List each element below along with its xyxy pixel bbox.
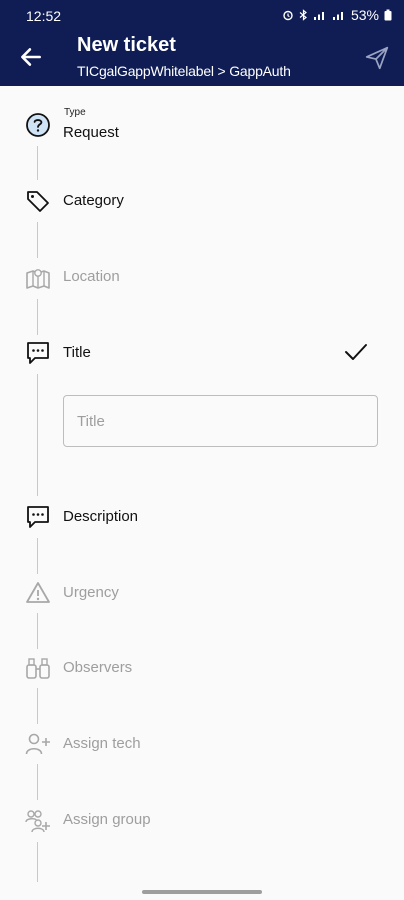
timeline-line	[37, 374, 38, 496]
alarm-icon	[283, 10, 293, 21]
warning-icon	[26, 582, 50, 603]
timeline-line	[37, 538, 38, 574]
battery-percent: 53%	[350, 7, 379, 23]
urgency-label: Urgency	[63, 584, 119, 601]
binoculars-icon	[26, 658, 50, 679]
category-label: Category	[63, 192, 124, 209]
title-label: Title	[63, 344, 91, 361]
battery-icon	[384, 9, 392, 21]
location-label: Location	[63, 268, 120, 285]
checkmark-icon	[345, 344, 367, 360]
tag-icon	[27, 191, 49, 212]
bluetooth-icon	[299, 9, 307, 21]
person-add-icon	[25, 733, 50, 755]
timeline-line	[37, 222, 38, 258]
type-value[interactable]: Request	[63, 124, 119, 141]
timeline-line	[37, 299, 38, 335]
question-circle-icon	[26, 113, 50, 137]
description-label: Description	[63, 508, 139, 525]
breadcrumb: TICgalGappWhitelabel > GappAuth	[77, 63, 291, 79]
group-add-icon	[25, 810, 50, 833]
signal-icon	[313, 12, 324, 20]
status-time: 12:52	[26, 8, 62, 24]
assign-tech-label: Assign tech	[63, 735, 141, 752]
send-icon[interactable]	[364, 45, 390, 71]
wifi-icon	[332, 12, 343, 20]
map-icon	[26, 269, 50, 289]
type-caption: Type	[64, 107, 86, 118]
page-title: New ticket	[77, 34, 176, 56]
timeline-line	[37, 764, 38, 800]
chat-bubble-icon	[27, 342, 49, 364]
observers-label: Observers	[63, 659, 133, 676]
timeline-line	[37, 146, 38, 180]
chat-bubble-icon	[27, 506, 49, 528]
app-header: 12:52 53% New ticket TICgalGappWhitelabe…	[0, 0, 404, 86]
status-icons: 53%	[282, 7, 392, 23]
timeline-line	[37, 688, 38, 724]
gesture-handle[interactable]	[142, 890, 262, 894]
timeline-line	[37, 613, 38, 649]
timeline-line	[37, 842, 38, 882]
title-input[interactable]	[63, 395, 378, 447]
arrow-left-icon[interactable]	[18, 44, 44, 70]
assign-group-label: Assign group	[63, 811, 151, 828]
